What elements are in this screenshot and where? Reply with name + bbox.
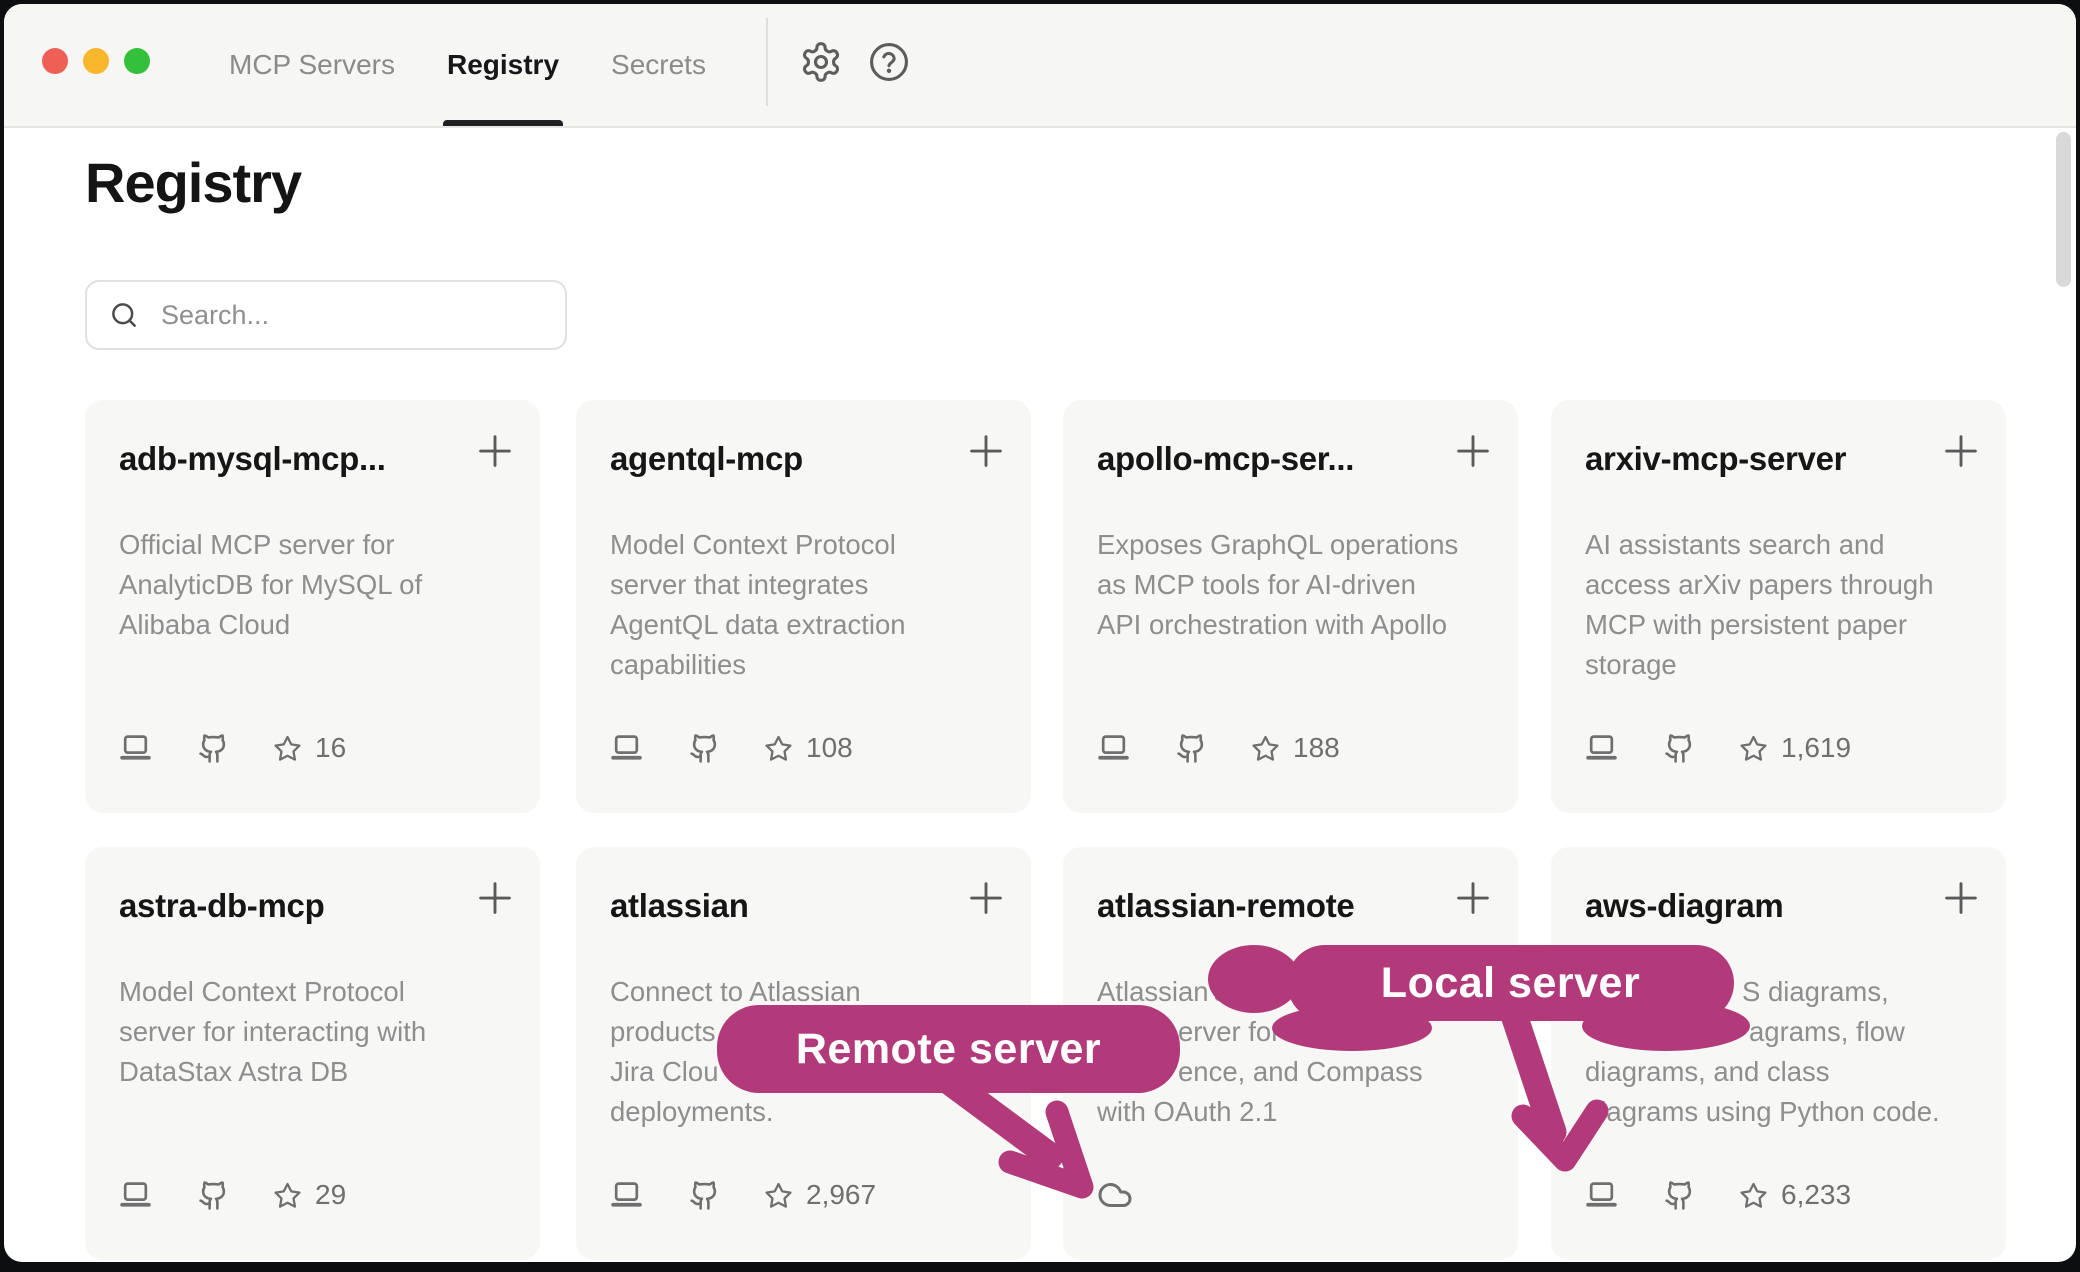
server-description: Exposes GraphQL operationsas MCP tools f… — [1097, 525, 1498, 645]
card-footer: 2,967 — [610, 1178, 876, 1212]
star-count: 6,233 — [1781, 1179, 1851, 1211]
card-footer: 29 — [119, 1178, 346, 1212]
vertical-scrollbar-thumb[interactable] — [2056, 132, 2071, 287]
toolbar-divider — [766, 18, 768, 106]
add-server-button[interactable] — [472, 428, 518, 474]
server-description: AI assistants search andaccess arXiv pap… — [1585, 525, 1986, 685]
add-server-button[interactable] — [1938, 875, 1984, 921]
star-icon — [764, 1181, 793, 1210]
add-server-button[interactable] — [1450, 428, 1496, 474]
help-icon[interactable] — [867, 40, 911, 84]
add-server-button[interactable] — [1450, 875, 1496, 921]
card-footer: 16 — [119, 731, 346, 765]
card-footer: 6,233 — [1585, 1178, 1851, 1212]
server-card[interactable]: aws-diagram S diagrams, agrams, flow dia… — [1551, 847, 2006, 1260]
server-name: atlassian — [610, 887, 749, 925]
star-count: 29 — [315, 1179, 346, 1211]
annotation-label: Remote server — [796, 1025, 1101, 1074]
local-server-annotation: Local server — [1287, 945, 1734, 1021]
remote-server-annotation: Remote server — [717, 1005, 1180, 1093]
star-icon — [1739, 1181, 1768, 1210]
zoom-window-button[interactable] — [124, 48, 150, 74]
server-name: atlassian-remote — [1097, 887, 1354, 925]
add-server-button[interactable] — [1938, 428, 1984, 474]
github-icon[interactable] — [1664, 733, 1695, 764]
server-card[interactable]: apollo-mcp-ser... Exposes GraphQL operat… — [1063, 400, 1518, 813]
minimize-window-button[interactable] — [83, 48, 109, 74]
card-footer: 108 — [610, 731, 853, 765]
local-server-arrow — [1515, 1018, 1553, 1132]
server-name: adb-mysql-mcp... — [119, 440, 386, 478]
server-description: Model Context Protocolserver that integr… — [610, 525, 1011, 685]
laptop-icon — [610, 732, 643, 765]
add-server-button[interactable] — [963, 875, 1009, 921]
titlebar: MCP Servers Registry Secrets — [4, 4, 2076, 128]
github-icon[interactable] — [198, 1180, 229, 1211]
app-window: MCP Servers Registry Secrets Registry — [4, 4, 2076, 1262]
star-count: 16 — [315, 732, 346, 764]
laptop-icon — [1097, 732, 1130, 765]
server-name: astra-db-mcp — [119, 887, 324, 925]
tab-mcp-servers[interactable]: MCP Servers — [229, 4, 395, 126]
page-title: Registry — [85, 150, 301, 215]
star-count: 2,967 — [806, 1179, 876, 1211]
github-icon[interactable] — [689, 733, 720, 764]
server-name: aws-diagram — [1585, 887, 1783, 925]
laptop-icon — [1585, 1179, 1618, 1212]
server-description: Official MCP server forAnalyticDB for My… — [119, 525, 520, 645]
active-tab-underline — [443, 120, 563, 126]
search-input[interactable]: Search... — [85, 280, 567, 350]
star-count: 1,619 — [1781, 732, 1851, 764]
settings-gear-icon[interactable] — [799, 40, 843, 84]
traffic-lights — [42, 48, 150, 74]
server-name: arxiv-mcp-server — [1585, 440, 1846, 478]
add-server-button[interactable] — [472, 875, 518, 921]
cloud-icon — [1097, 1177, 1133, 1213]
github-icon[interactable] — [689, 1180, 720, 1211]
tab-registry[interactable]: Registry — [447, 4, 559, 126]
star-icon — [273, 1181, 302, 1210]
server-name: agentql-mcp — [610, 440, 803, 478]
card-footer: 188 — [1097, 731, 1340, 765]
server-card[interactable]: arxiv-mcp-server AI assistants search an… — [1551, 400, 2006, 813]
server-name: apollo-mcp-ser... — [1097, 440, 1354, 478]
star-icon — [1251, 734, 1280, 763]
tab-label: Secrets — [611, 49, 706, 81]
github-icon[interactable] — [1176, 733, 1207, 764]
server-card[interactable]: adb-mysql-mcp... Official MCP server for… — [85, 400, 540, 813]
star-count: 108 — [806, 732, 853, 764]
tab-secrets[interactable]: Secrets — [611, 4, 706, 126]
server-description: Model Context Protocolserver for interac… — [119, 972, 520, 1092]
github-icon[interactable] — [1664, 1180, 1695, 1211]
card-footer — [1097, 1178, 1133, 1212]
card-footer: 1,619 — [1585, 731, 1851, 765]
main-nav: MCP Servers Registry Secrets — [229, 4, 706, 126]
tab-label: MCP Servers — [229, 49, 395, 81]
server-card[interactable]: astra-db-mcp Model Context Protocolserve… — [85, 847, 540, 1260]
star-icon — [1739, 734, 1768, 763]
laptop-icon — [1585, 732, 1618, 765]
star-icon — [764, 734, 793, 763]
annotation-label: Local server — [1381, 959, 1640, 1008]
tab-label: Registry — [447, 49, 559, 81]
laptop-icon — [119, 1179, 152, 1212]
github-icon[interactable] — [198, 733, 229, 764]
add-server-button[interactable] — [963, 428, 1009, 474]
laptop-icon — [119, 732, 152, 765]
star-icon — [273, 734, 302, 763]
server-card[interactable]: agentql-mcp Model Context Protocolserver… — [576, 400, 1031, 813]
laptop-icon — [610, 1179, 643, 1212]
search-icon — [109, 300, 139, 330]
star-count: 188 — [1293, 732, 1340, 764]
close-window-button[interactable] — [42, 48, 68, 74]
search-placeholder: Search... — [161, 300, 269, 331]
screenshot-root: MCP Servers Registry Secrets Registry — [0, 0, 2080, 1272]
